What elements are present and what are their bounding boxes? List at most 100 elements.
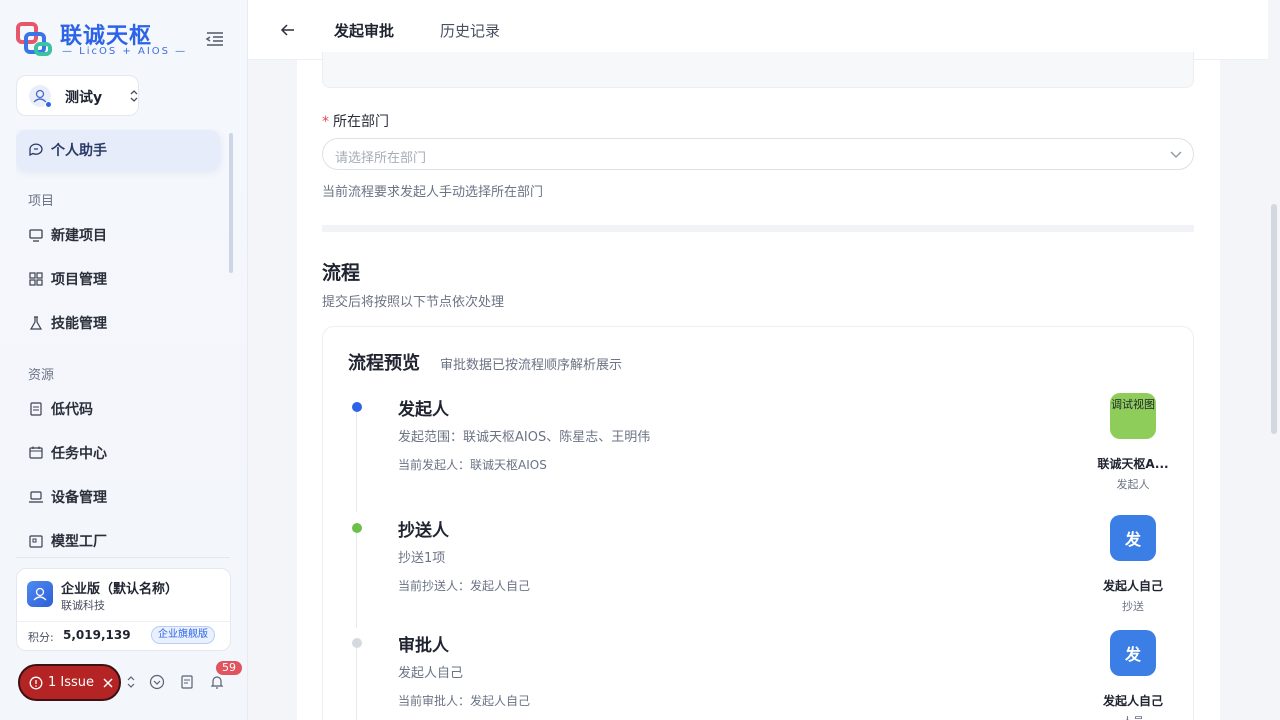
approval-form-panel: * 所在部门 请选择所在部门 当前流程要求发起人手动选择所在部门 流程 提交后将按… [297,52,1220,720]
node-description: 抄送1项 [398,551,446,566]
sidebar-item-label: 模型工厂 [51,534,107,549]
flow-preview-description: 审批数据已按流程顺序解析展示 [440,358,623,373]
sidebar-item-new-project[interactable]: 新建项目 [16,215,220,255]
timeline-dot-cc [352,523,362,533]
alert-circle-icon [29,676,43,689]
node-description: 发起人自己 [398,666,464,681]
sidebar-item-model-factory[interactable]: 模型工厂 [16,521,220,549]
enterprise-divider [17,621,230,622]
issue-label: 1 Issue [48,675,95,690]
person-role: 发起人 [1116,478,1150,491]
notification-count-badge: 59 [216,661,242,675]
sidebar-item-low-code[interactable]: 低代码 [16,389,220,429]
enterprise-name: 企业版（默认名称） [61,582,179,597]
section-separator [322,225,1194,232]
department-select-placeholder: 请选择所在部门 [335,151,427,166]
factory-icon [28,533,44,549]
timeline-dot-initiator [352,402,362,412]
node-description: 发起范围：联诚天枢AIOS、陈星志、王明伟 [398,430,651,445]
clipboard-icon[interactable] [178,673,196,691]
person-name: 联诚天枢A... [1097,457,1169,471]
brand-subtitle: — LicOS + AIOS — [62,46,188,57]
laptop-icon [28,489,44,505]
sidebar-item-label: 个人助手 [51,143,107,159]
issue-indicator-button[interactable]: 1 Issue [18,664,121,701]
enterprise-company: 联诚科技 [61,599,105,612]
person-avatar: 调试视图 [1110,393,1156,439]
node-current: 当前发起人：联诚天枢AIOS [398,458,547,472]
department-hint: 当前流程要求发起人手动选择所在部门 [322,185,544,200]
points-label: 积分: [28,631,54,644]
person-role: 人员 [1088,713,1178,720]
person-name: 发起人自己 [1102,694,1163,708]
sidebar-item-skill-management[interactable]: 技能管理 [16,303,220,343]
node-person-card[interactable]: 发 发起人自己 抄送 [1088,515,1178,614]
node-current: 当前审批人：发起人自己 [398,694,531,708]
flask-icon [28,315,44,331]
sidebar-item-label: 任务中心 [51,446,107,462]
timeline-dot-approver [352,638,362,648]
sidebar-item-device-management[interactable]: 设备管理 [16,477,220,517]
previous-field-bottom[interactable] [322,52,1194,88]
chat-icon [28,142,44,158]
back-arrow-icon[interactable] [278,20,298,40]
timeline-connector [356,533,357,628]
person-avatar: 发 [1110,630,1156,676]
plan-badge: 企业旗舰版 [151,626,215,644]
node-person-card[interactable]: 调试视图 联诚天枢A... 发起人 [1088,393,1178,492]
node-title: 抄送人 [398,521,449,541]
main-scrollbar-thumb[interactable] [1271,204,1277,434]
node-person-card[interactable]: 发 发起人自己 人员 [1088,630,1178,720]
enterprise-card[interactable]: 企业版（默认名称） 联诚科技 积分: 5,019,139 企业旗舰版 [16,568,231,651]
timeline-connector [356,648,357,720]
sidebar-item-label: 低代码 [51,402,93,418]
node-current: 当前抄送人：发起人自己 [398,579,531,593]
sidebar-item-task-center[interactable]: 任务中心 [16,433,220,473]
user-avatar [29,85,52,108]
person-role: 抄送 [1122,600,1144,613]
person-avatar: 发 [1110,515,1156,561]
chevron-down-icon [1170,151,1182,158]
sidebar-nav: 个人助手 项目 新建项目 项目管理 技能管理 资源 低代码 任务中心 设备管理 [16,129,226,549]
close-icon[interactable] [103,678,113,688]
sidebar: 联诚天枢 — LicOS + AIOS — 测试y 个人助手 项目 新建项目 项… [0,0,248,720]
sidebar-scrollbar[interactable] [229,133,233,273]
enterprise-icon [27,581,53,607]
sidebar-divider [16,557,230,558]
flow-preview-card: 流程预览 审批数据已按流程顺序解析展示 发起人 发起范围：联诚天枢AIOS、陈星… [322,326,1194,720]
required-mark: * [322,114,329,130]
sidebar-item-label: 新建项目 [51,228,107,244]
user-name: 测试y [65,90,103,106]
sidebar-item-project-management[interactable]: 项目管理 [16,259,220,299]
sidebar-item-label: 项目管理 [51,272,107,288]
flow-section-title: 流程 [322,262,361,284]
bell-icon[interactable] [208,673,226,691]
department-select[interactable]: 请选择所在部门 [322,138,1194,170]
sidebar-section-title: 项目 [28,194,55,209]
expand-collapse-icon[interactable] [122,673,140,691]
grid-icon [28,271,44,287]
points-value: 5,019,139 [63,628,131,642]
tab-history[interactable]: 历史记录 [440,20,500,41]
department-label-text: 所在部门 [333,114,389,130]
logo-icon [16,22,52,56]
node-title: 发起人 [398,400,449,420]
person-name: 发起人自己 [1102,579,1163,593]
flow-section-subtitle: 提交后将按照以下节点依次处理 [322,295,505,310]
department-field-label: * 所在部门 [322,111,389,131]
sort-arrows-icon [130,90,138,102]
brand-logo[interactable]: 联诚天枢 — LicOS + AIOS — [16,18,185,60]
sidebar-item-personal-assistant[interactable]: 个人助手 [16,130,220,170]
collapse-sidebar-icon[interactable] [204,28,226,50]
online-status-dot [45,101,52,108]
sidebar-section-title: 资源 [28,368,55,383]
sidebar-item-label: 技能管理 [51,316,107,332]
node-title: 审批人 [398,636,449,656]
tab-start-approval[interactable]: 发起审批 [334,20,394,41]
user-switcher[interactable]: 测试y [16,75,139,116]
chevron-circle-down-icon[interactable] [148,673,166,691]
top-navbar [248,0,1268,60]
monitor-icon [28,227,44,243]
sidebar-item-label: 设备管理 [51,490,107,506]
timeline-connector [356,412,357,512]
